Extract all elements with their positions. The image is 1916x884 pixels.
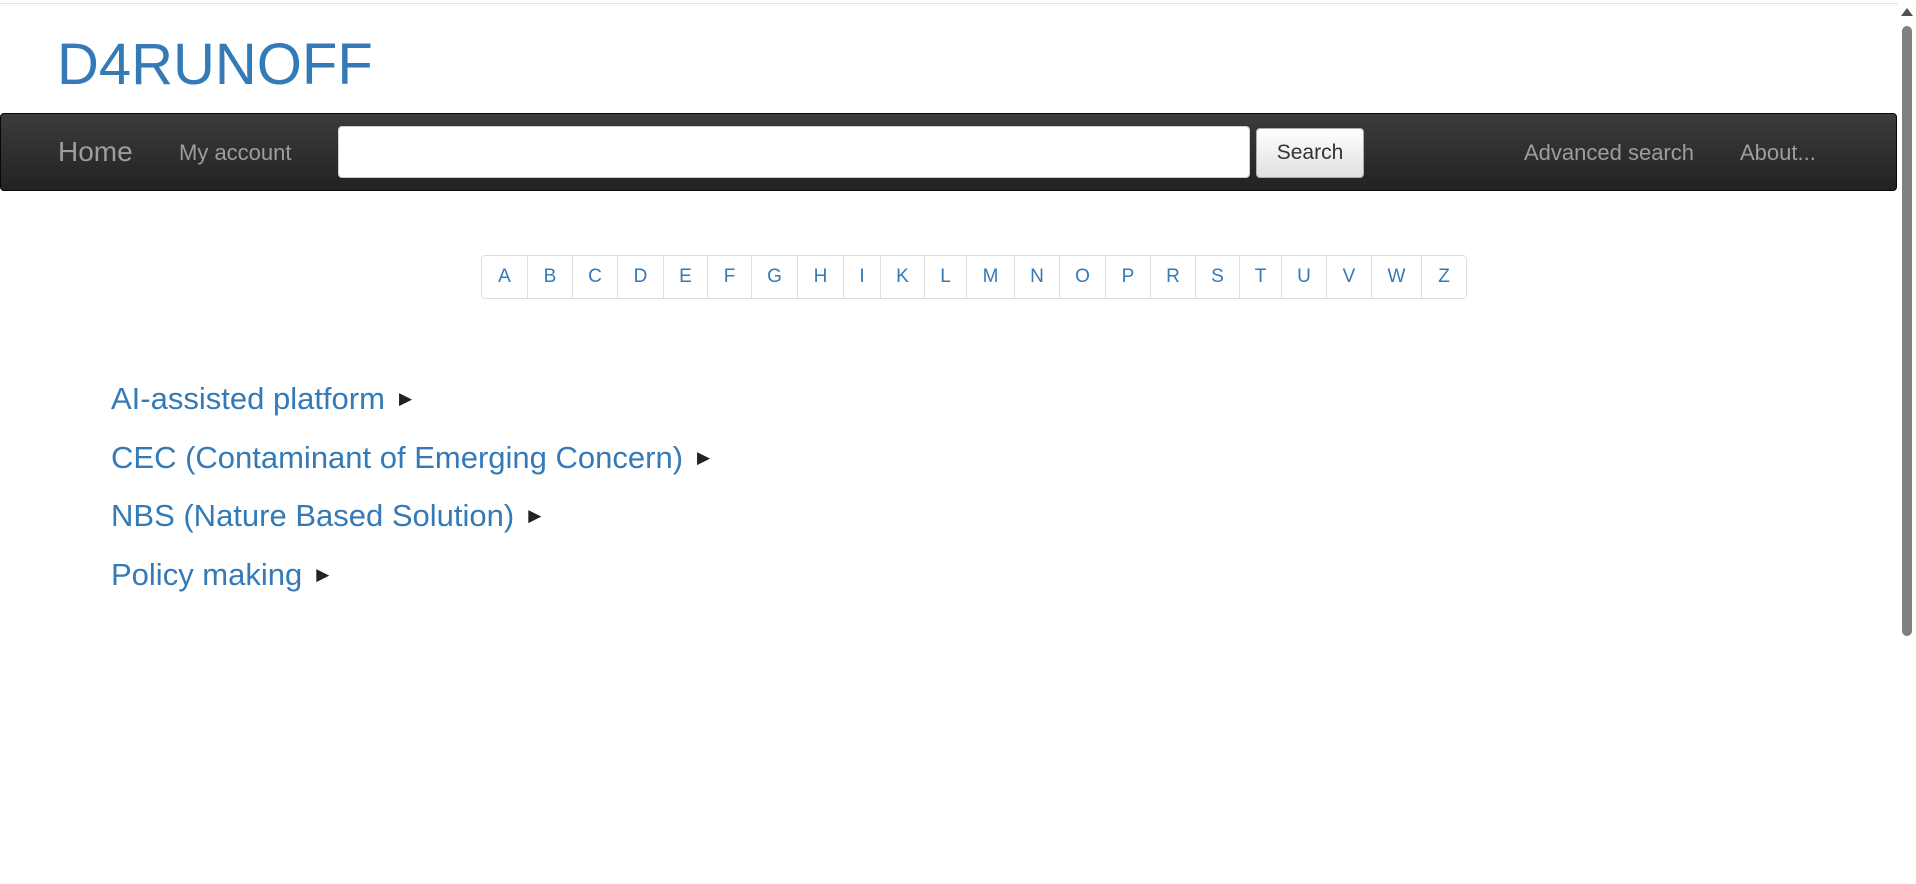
alphabet-letter-p[interactable]: P — [1105, 256, 1150, 298]
topic-link[interactable]: AI-assisted platform — [111, 375, 385, 423]
alphabet-letter-l[interactable]: L — [924, 256, 966, 298]
alphabet-letter-k[interactable]: K — [880, 256, 924, 298]
alphabet-letter-o[interactable]: O — [1059, 256, 1105, 298]
top-navbar: Home My account Search Advanced search A… — [0, 113, 1897, 191]
topic-item: CEC (Contaminant of Emerging Concern) ▶ — [111, 434, 710, 493]
topic-link[interactable]: Policy making — [111, 551, 302, 599]
alphabet-index: ABCDEFGHIKLMNOPRSTUVWZ — [481, 255, 1467, 299]
scrollbar-thumb[interactable] — [1902, 26, 1912, 636]
scroll-up-arrow-icon[interactable] — [1901, 8, 1913, 16]
topic-link[interactable]: NBS (Nature Based Solution) — [111, 492, 514, 540]
alphabet-letter-t[interactable]: T — [1239, 256, 1281, 298]
alphabet-letter-u[interactable]: U — [1281, 256, 1326, 298]
topic-item: NBS (Nature Based Solution) ▶ — [111, 492, 710, 551]
alphabet-letter-v[interactable]: V — [1326, 256, 1371, 298]
alphabet-letter-s[interactable]: S — [1195, 256, 1239, 298]
alphabet-letter-b[interactable]: B — [527, 256, 572, 298]
expand-arrow-icon[interactable]: ▶ — [697, 434, 710, 482]
search-button[interactable]: Search — [1256, 128, 1364, 178]
alphabet-letter-z[interactable]: Z — [1421, 256, 1466, 298]
alphabet-letter-f[interactable]: F — [707, 256, 751, 298]
alphabet-letter-i[interactable]: I — [843, 256, 880, 298]
expand-arrow-icon[interactable]: ▶ — [528, 492, 541, 540]
alphabet-letter-n[interactable]: N — [1014, 256, 1059, 298]
alphabet-letter-m[interactable]: M — [966, 256, 1014, 298]
alphabet-letter-a[interactable]: A — [482, 256, 527, 298]
nav-my-account-link[interactable]: My account — [179, 140, 292, 166]
vertical-scrollbar[interactable] — [1898, 0, 1916, 884]
expand-arrow-icon[interactable]: ▶ — [399, 375, 412, 423]
site-title-link[interactable]: D4RUNOFF — [57, 30, 373, 100]
nav-about-link[interactable]: About... — [1740, 140, 1816, 166]
alphabet-letter-g[interactable]: G — [751, 256, 797, 298]
topic-item: Policy making ▶ — [111, 551, 710, 610]
topic-list: AI-assisted platform ▶ CEC (Contaminant of… — [111, 375, 710, 609]
alphabet-letter-r[interactable]: R — [1150, 256, 1195, 298]
top-divider — [0, 3, 1898, 4]
search-input[interactable] — [338, 126, 1250, 178]
topic-link[interactable]: CEC (Contaminant of Emerging Concern) — [111, 434, 683, 482]
alphabet-letter-c[interactable]: C — [572, 256, 617, 298]
alphabet-letter-d[interactable]: D — [617, 256, 663, 298]
expand-arrow-icon[interactable]: ▶ — [316, 551, 329, 599]
page: D4RUNOFF Home My account Search Advanced… — [0, 0, 1916, 884]
alphabet-letter-h[interactable]: H — [797, 256, 843, 298]
alphabet-letter-w[interactable]: W — [1371, 256, 1421, 298]
alphabet-letter-e[interactable]: E — [663, 256, 707, 298]
nav-home-link[interactable]: Home — [58, 136, 133, 168]
nav-advanced-search-link[interactable]: Advanced search — [1524, 140, 1694, 166]
topic-item: AI-assisted platform ▶ — [111, 375, 710, 434]
